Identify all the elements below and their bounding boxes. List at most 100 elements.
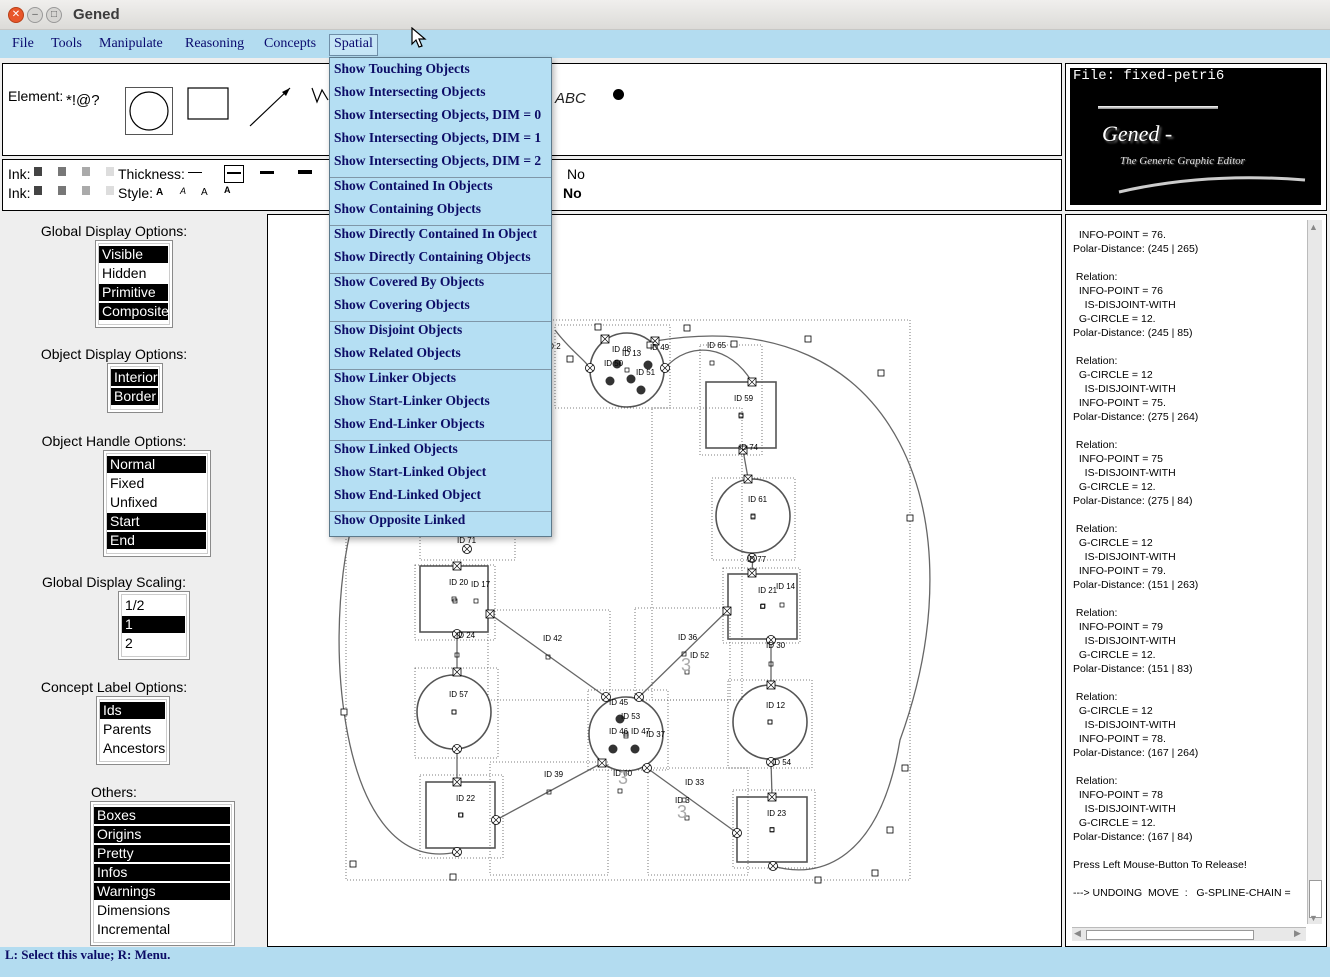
- menu-concepts[interactable]: Concepts: [260, 34, 320, 54]
- spatial-menu-item[interactable]: Show Intersecting Objects, DIM = 2: [334, 153, 541, 169]
- option-interior[interactable]: Interior: [111, 369, 158, 386]
- point-tool[interactable]: [613, 89, 624, 100]
- concept-id-label[interactable]: ID 49: [650, 343, 670, 352]
- spatial-menu-item[interactable]: Show Touching Objects: [334, 61, 470, 77]
- spatial-menu-item[interactable]: Show Contained In Objects: [334, 178, 493, 194]
- spline-handle[interactable]: [730, 340, 738, 348]
- ink-swatch[interactable]: [58, 186, 66, 195]
- concept-id-label[interactable]: ID 13: [622, 349, 642, 358]
- concept-id-label[interactable]: ID 24: [456, 631, 476, 640]
- info-point[interactable]: [767, 719, 773, 725]
- log-horizontal-scrollbar[interactable]: ◀ ▶: [1072, 927, 1306, 941]
- ink-swatch[interactable]: [106, 167, 114, 176]
- scroll-down-icon[interactable]: ▼: [1309, 913, 1318, 923]
- concept-id-label[interactable]: ID 52: [690, 651, 710, 660]
- transition-box[interactable]: [425, 781, 496, 849]
- concept-id-label[interactable]: ID 21: [758, 586, 778, 595]
- option-primitive[interactable]: Primitive: [99, 284, 168, 301]
- spline-handle[interactable]: [594, 323, 602, 331]
- info-point[interactable]: [709, 360, 715, 366]
- menu-file[interactable]: File: [8, 34, 38, 54]
- style-option[interactable]: A: [201, 187, 208, 198]
- close-window-button[interactable]: ✕: [8, 7, 24, 23]
- info-point[interactable]: [473, 598, 479, 604]
- concept-id-label[interactable]: ID 12: [766, 701, 786, 710]
- scroll-up-icon[interactable]: ▲: [1309, 222, 1318, 232]
- minimize-window-button[interactable]: –: [27, 7, 43, 23]
- spline-handle[interactable]: [814, 876, 822, 884]
- scroll-left-icon[interactable]: ◀: [1074, 928, 1081, 939]
- rectangle-tool[interactable]: [186, 86, 230, 122]
- spline-arc[interactable]: [338, 499, 458, 855]
- origin-marker[interactable]: [750, 513, 756, 519]
- token[interactable]: [626, 374, 636, 384]
- option-unfixed[interactable]: Unfixed: [107, 494, 206, 511]
- spatial-menu-item[interactable]: Show Intersecting Objects, DIM = 1: [334, 130, 541, 146]
- ink-swatch[interactable]: [82, 167, 90, 176]
- place-circle[interactable]: [732, 684, 808, 760]
- ink-swatch[interactable]: [34, 186, 42, 195]
- place-circle[interactable]: [416, 674, 492, 750]
- concept-id-label[interactable]: ID 33: [685, 778, 705, 787]
- concept-id-label[interactable]: ID 65: [707, 341, 727, 350]
- token[interactable]: [608, 744, 618, 754]
- concept-id-label[interactable]: ID 77: [747, 555, 767, 564]
- spatial-menu-item[interactable]: Show Start-Linker Objects: [334, 393, 490, 409]
- ink-swatch[interactable]: [34, 167, 42, 176]
- option-origins[interactable]: Origins: [94, 826, 230, 843]
- thickness-option[interactable]: [260, 171, 274, 174]
- spatial-menu-item[interactable]: Show Intersecting Objects: [334, 84, 486, 100]
- arc-line[interactable]: [638, 610, 728, 698]
- spline-handle[interactable]: [349, 860, 357, 868]
- spatial-menu-item[interactable]: Show Directly Containing Objects: [334, 249, 531, 265]
- concept-id-label[interactable]: ID 20: [449, 578, 469, 587]
- spatial-menu-item[interactable]: Show End-Linker Objects: [334, 416, 485, 432]
- info-point[interactable]: [451, 709, 457, 715]
- spline-handle[interactable]: [901, 764, 909, 772]
- place-circle[interactable]: [715, 478, 791, 554]
- arrow-tool[interactable]: [246, 84, 296, 130]
- style-option[interactable]: A: [156, 187, 163, 198]
- concept-id-label[interactable]: ID 59: [734, 394, 754, 403]
- origin-marker[interactable]: [738, 412, 744, 418]
- concept-id-label[interactable]: ID 36: [678, 633, 698, 642]
- concept-id-label[interactable]: ID 22: [456, 794, 476, 803]
- spline-handle[interactable]: [340, 708, 348, 716]
- polyline-tool[interactable]: [310, 86, 330, 106]
- concept-id-label[interactable]: ID 51: [636, 368, 656, 377]
- concept-id-label[interactable]: ID 61: [748, 495, 768, 504]
- text-tool[interactable]: ABC: [555, 90, 586, 107]
- menu-manipulate[interactable]: Manipulate: [95, 34, 167, 54]
- log-vertical-scrollbar[interactable]: ▲ ▼: [1307, 220, 1322, 924]
- no-label-2[interactable]: No: [563, 185, 582, 201]
- concept-id-label[interactable]: ID 30: [766, 641, 786, 650]
- option-composite[interactable]: Composite: [99, 303, 169, 320]
- menu-spatial[interactable]: Spatial: [329, 34, 378, 56]
- multiplicity-label[interactable]: 3: [677, 802, 687, 822]
- bounding-box[interactable]: [419, 774, 504, 859]
- origin-marker[interactable]: [451, 709, 457, 715]
- menu-tools[interactable]: Tools: [47, 34, 86, 54]
- transition-box[interactable]: [705, 381, 777, 449]
- option-boxes[interactable]: Boxes: [94, 807, 230, 824]
- transition-box[interactable]: [736, 796, 808, 863]
- option-ids[interactable]: Ids: [100, 702, 165, 719]
- multiplicity-label[interactable]: 3: [681, 655, 691, 675]
- concept-id-label[interactable]: ID 57: [449, 690, 469, 699]
- spatial-menu-item[interactable]: Show Related Objects: [334, 345, 461, 361]
- ink-swatch[interactable]: [58, 167, 66, 176]
- spatial-menu-item[interactable]: Show End-Linked Object: [334, 487, 481, 503]
- concept-id-label[interactable]: ID 17: [471, 580, 491, 589]
- origin-marker[interactable]: [767, 719, 773, 725]
- token[interactable]: [630, 744, 640, 754]
- option-visible[interactable]: Visible: [99, 246, 168, 263]
- spatial-menu-item[interactable]: Show Start-Linked Object: [334, 464, 486, 480]
- concept-id-label[interactable]: ID 39: [544, 770, 564, 779]
- concept-id-label[interactable]: ID 37: [646, 730, 666, 739]
- option-end[interactable]: End: [107, 532, 206, 549]
- spatial-menu-item[interactable]: Show Covered By Objects: [334, 274, 484, 290]
- style-option[interactable]: A: [224, 185, 231, 195]
- concept-id-label[interactable]: ID 42: [543, 634, 563, 643]
- style-option[interactable]: A: [180, 186, 186, 196]
- log-hscroll-thumb[interactable]: [1086, 930, 1254, 940]
